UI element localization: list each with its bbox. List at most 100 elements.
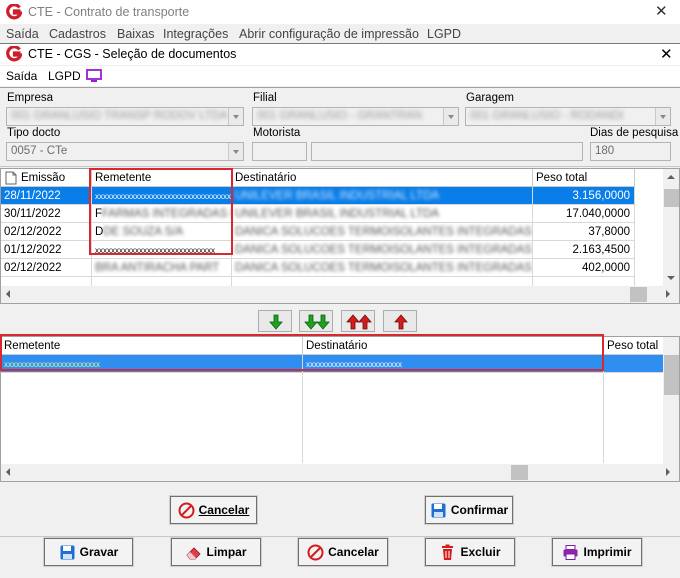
motorista-label: Motorista xyxy=(253,127,301,139)
table-cell-destinatario[interactable]: xxxxxxxxxxxxxxxxxxxxxxxx xyxy=(303,355,604,373)
table-cell-emissao[interactable]: 28/11/2022 xyxy=(1,187,92,205)
print-button[interactable]: Imprimir xyxy=(551,537,643,567)
cancel-selection-label: Cancelar xyxy=(198,503,250,517)
top-grid-horizontal-scrollbar[interactable] xyxy=(1,286,679,303)
motorista-code-input[interactable] xyxy=(252,142,307,161)
table-cell-peso[interactable]: 402,0000 xyxy=(533,259,635,277)
scroll-right-arrow-icon[interactable] xyxy=(666,468,670,476)
chevron-down-icon xyxy=(443,108,458,125)
inner-menu-bar: Saída LGPD xyxy=(0,66,680,86)
documents-grid[interactable]: Emissão Remetente Destinatário Peso tota… xyxy=(0,168,680,304)
table-cell-remetente[interactable]: xxxxxxxxxxxxxxxxxxxxxxxxxxxxxx xyxy=(92,241,232,259)
menu-cadastros[interactable]: Cadastros xyxy=(49,27,106,41)
column-header-peso-total[interactable]: Peso total xyxy=(604,337,666,355)
dias-pesquisa-input[interactable]: 180 xyxy=(590,142,671,161)
floppy-disk-icon xyxy=(60,545,75,559)
monitor-icon[interactable] xyxy=(86,69,102,83)
double-arrow-down-icon xyxy=(304,314,330,330)
inner-close-icon[interactable]: ✕ xyxy=(660,45,673,63)
bottom-grid-vertical-scrollbar[interactable] xyxy=(663,337,679,464)
save-button[interactable]: Gravar xyxy=(43,537,134,567)
move-all-up-button[interactable] xyxy=(341,310,375,332)
scroll-down-arrow-icon[interactable] xyxy=(667,276,675,280)
confirm-button[interactable]: Confirmar xyxy=(424,495,514,525)
scroll-thumb[interactable] xyxy=(664,189,679,207)
filial-select[interactable]: 001 GRANLUSIO - GRANTRAN xyxy=(252,107,459,126)
inner-divider xyxy=(0,87,680,88)
menu-abrir-configuracao[interactable]: Abrir configuração de impressão xyxy=(239,27,419,41)
menu-lgpd[interactable]: LGPD xyxy=(427,27,461,41)
menu-integracoes[interactable]: Integrações xyxy=(163,27,228,41)
clear-label: Limpar xyxy=(206,545,247,559)
empresa-select[interactable]: 001 GRANLUSIO TRANSP RODOV LTDA xyxy=(6,107,244,126)
outer-window-title: CTE - Contrato de transporte xyxy=(28,5,190,19)
motorista-name-input[interactable] xyxy=(311,142,583,161)
tipo-docto-select[interactable]: 0057 - CTe xyxy=(6,142,244,161)
outer-menu-bar: Saída Cadastros Baixas Integrações Abrir… xyxy=(0,26,680,42)
inner-window-title: CTE - CGS - Seleção de documentos xyxy=(28,47,237,61)
scroll-right-arrow-icon[interactable] xyxy=(666,290,670,298)
arrow-up-icon xyxy=(394,314,408,330)
move-down-button[interactable] xyxy=(258,310,292,332)
table-cell-emissao[interactable]: 02/12/2022 xyxy=(1,259,92,277)
column-header-remetente[interactable]: Remetente xyxy=(1,337,303,355)
menu-baixas[interactable]: Baixas xyxy=(117,27,155,41)
column-header-peso-total[interactable]: Peso total xyxy=(533,169,635,187)
table-cell-destinatario[interactable]: DANICA SOLUCOES TERMOISOLANTES INTEGRADA… xyxy=(232,259,533,277)
cancel-selection-button[interactable]: Cancelar xyxy=(169,495,258,525)
table-cell-destinatario[interactable]: DANICA SOLUCOES TERMOISOLANTES INTEGRADA… xyxy=(232,241,533,259)
column-header-destinatario[interactable]: Destinatário xyxy=(303,337,604,355)
bottom-divider xyxy=(0,536,680,537)
eraser-icon xyxy=(186,546,202,559)
clear-button[interactable]: Limpar xyxy=(170,537,262,567)
table-cell-remetente[interactable]: BRA ANTIRACHA PART xyxy=(92,259,232,277)
column-header-destinatario[interactable]: Destinatário xyxy=(232,169,533,187)
table-cell-emissao[interactable]: 30/11/2022 xyxy=(1,205,92,223)
table-cell-destinatario[interactable]: UNILEVER BRASIL INDUSTRIAL LTDA xyxy=(232,187,533,205)
table-cell-remetente[interactable]: xxxxxxxxxxxxxxxxxxxxxxxx xyxy=(1,355,303,373)
chevron-down-icon xyxy=(228,143,243,160)
table-cell-peso[interactable] xyxy=(604,355,666,373)
delete-button[interactable]: Excluir xyxy=(424,537,516,567)
menu-saida[interactable]: Saída xyxy=(6,27,39,41)
cancel-button[interactable]: Cancelar xyxy=(297,537,389,567)
scroll-up-arrow-icon[interactable] xyxy=(667,175,675,179)
table-cell-peso[interactable]: 2.163,4500 xyxy=(533,241,635,259)
move-up-button[interactable] xyxy=(383,310,417,332)
printer-icon xyxy=(563,544,578,560)
table-cell-destinatario[interactable]: UNILEVER BRASIL INDUSTRIAL LTDA xyxy=(232,205,533,223)
table-cell-destinatario[interactable]: DANICA SOLUCOES TERMOISOLANTES INTEGRADA… xyxy=(232,223,533,241)
selected-documents-grid[interactable]: Remetente Destinatário Peso total xxxxxx… xyxy=(0,336,680,482)
scroll-thumb[interactable] xyxy=(511,465,528,480)
table-cell-peso[interactable]: 37,8000 xyxy=(533,223,635,241)
move-all-down-button[interactable] xyxy=(299,310,333,332)
table-cell-remetente[interactable]: xxxxxxxxxxxxxxxxxxxxxxxxxxxxxxxxxx xyxy=(92,187,232,205)
table-cell-remetente[interactable]: DDE SOUZA S/A xyxy=(92,223,232,241)
table-cell-emissao[interactable]: 02/12/2022 xyxy=(1,223,92,241)
bottom-grid-horizontal-scrollbar[interactable] xyxy=(1,464,679,481)
scroll-thumb[interactable] xyxy=(630,287,647,302)
scroll-left-arrow-icon[interactable] xyxy=(6,290,10,298)
outer-close-icon[interactable]: ✕ xyxy=(655,2,668,20)
inner-menu-saida[interactable]: Saída xyxy=(6,69,37,83)
outer-title-bar: CTE - Contrato de transporte ✕ xyxy=(0,0,680,24)
chevron-down-icon xyxy=(655,108,670,125)
document-icon xyxy=(5,171,17,185)
cancel-icon xyxy=(307,544,324,560)
column-header-remetente[interactable]: Remetente xyxy=(92,169,232,187)
table-cell-peso[interactable]: 3.156,0000 xyxy=(533,187,635,205)
table-cell-peso[interactable]: 17.040,0000 xyxy=(533,205,635,223)
table-cell-emissao[interactable]: 01/12/2022 xyxy=(1,241,92,259)
inner-title-bar: CTE - CGS - Seleção de documentos ✕ xyxy=(0,44,680,65)
scroll-thumb[interactable] xyxy=(664,355,679,395)
brand-g-logo-icon xyxy=(6,4,22,20)
table-cell-remetente[interactable]: FFARMAS INTEGRADAS LTDA xyxy=(92,205,232,223)
inner-menu-lgpd[interactable]: LGPD xyxy=(48,69,81,83)
cancel-icon xyxy=(178,502,195,518)
print-label: Imprimir xyxy=(583,545,632,559)
top-grid-vertical-scrollbar[interactable] xyxy=(663,169,679,286)
chevron-down-icon xyxy=(228,108,243,125)
scroll-left-arrow-icon[interactable] xyxy=(6,468,10,476)
brand-g-logo-icon xyxy=(6,46,22,62)
garagem-select[interactable]: 001 GRANLUSIO - RODANDI xyxy=(465,107,671,126)
